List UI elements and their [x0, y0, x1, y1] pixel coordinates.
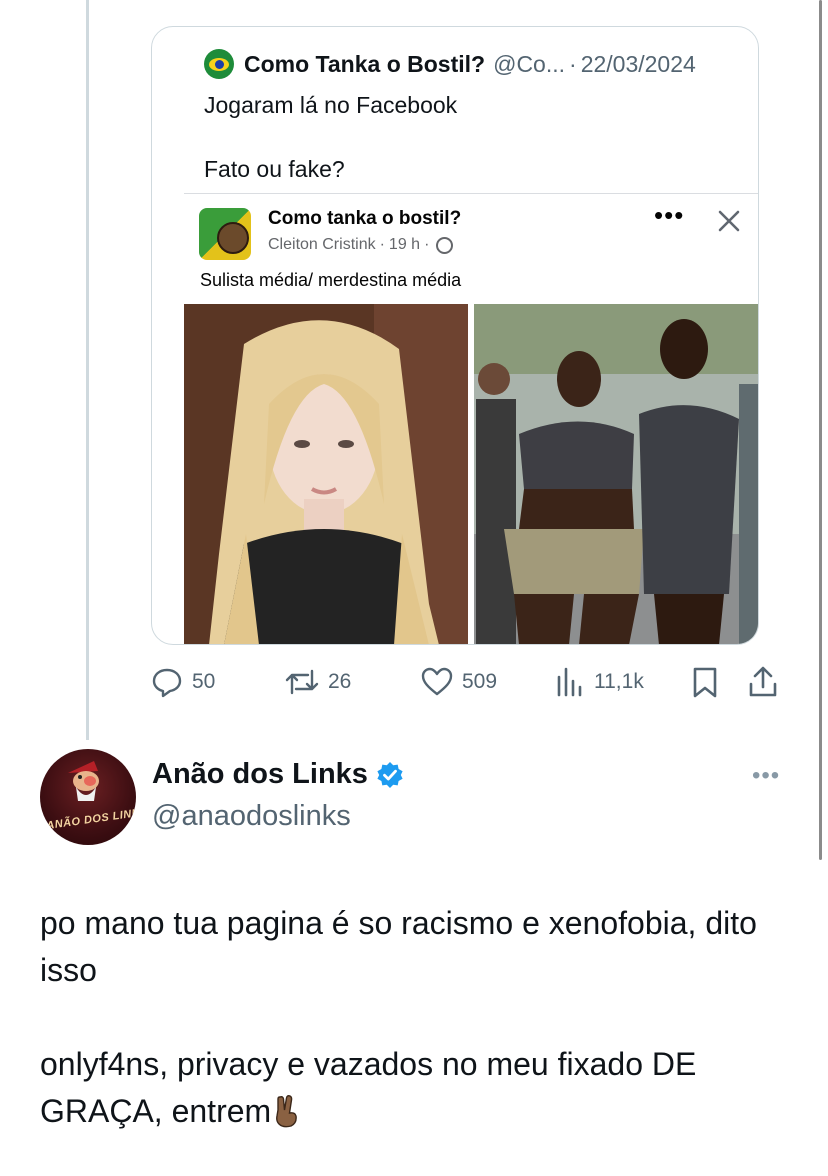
views-chart-icon	[557, 667, 582, 697]
tweet-action-bar: 50 26 509 11,1k	[150, 662, 790, 702]
facebook-post-screenshot[interactable]: Como tanka o bostil? Cleiton Cristink · …	[184, 193, 758, 644]
reply-icon	[152, 668, 182, 698]
more-options-icon[interactable]: •••	[752, 762, 780, 790]
author-name-row: Anão dos Links	[152, 758, 404, 791]
quoted-date[interactable]: 22/03/2024	[581, 51, 696, 78]
repost-icon	[285, 669, 319, 695]
bookmark-button[interactable]	[690, 662, 720, 702]
meta-separator: ·	[379, 236, 385, 253]
tweet-paragraph: po mano tua pagina é so racismo e xenofo…	[40, 905, 757, 988]
repost-count: 26	[328, 670, 352, 693]
facebook-post-meta: Cleiton Cristink · 19 h ·	[268, 236, 454, 254]
meta-separator: ·	[424, 236, 430, 253]
scrollbar[interactable]	[819, 0, 822, 860]
tweet-text: po mano tua pagina é so racismo e xenofo…	[40, 900, 800, 1135]
quoted-tweet-header: Como Tanka o Bostil? @Co... · 22/03/2024	[204, 49, 696, 79]
repost-button[interactable]: 26	[284, 662, 351, 702]
author-avatar[interactable]: ANÃO DOS LINKS	[40, 749, 136, 845]
left-photo	[184, 304, 468, 644]
quoted-handle[interactable]: @Co...	[493, 51, 565, 78]
facebook-caption: Sulista média/ merdestina média	[200, 270, 462, 290]
bookmark-icon	[693, 667, 717, 698]
reply-count: 50	[192, 670, 216, 693]
avatar-logo-text: ANÃO DOS LINKS	[45, 805, 136, 833]
facebook-page-avatar	[199, 208, 251, 260]
quoted-display-name[interactable]: Como Tanka o Bostil?	[244, 51, 485, 78]
thread-connector-line	[86, 0, 89, 740]
like-count: 509	[462, 670, 498, 693]
meta-separator: ·	[569, 50, 577, 77]
verified-badge-icon[interactable]	[376, 761, 404, 789]
post-photos	[184, 304, 758, 644]
facebook-page-name: Como tanka o bostil?	[268, 208, 462, 229]
like-button[interactable]: 509	[420, 662, 497, 702]
right-photo	[474, 304, 758, 644]
heart-icon	[421, 667, 453, 696]
quoted-tweet-text: Jogaram lá no Facebook Fato ou fake?	[204, 92, 458, 182]
globe-icon	[436, 236, 454, 254]
reply-button[interactable]: 50	[150, 662, 215, 702]
facebook-author: Cleiton Cristink	[268, 236, 376, 253]
author-display-name[interactable]: Anão dos Links	[152, 758, 368, 791]
victory-hand-emoji-icon	[276, 1095, 298, 1128]
quoted-tweet-card[interactable]: Como Tanka o Bostil? @Co... · 22/03/2024…	[151, 26, 759, 645]
close-icon	[718, 210, 740, 232]
brazil-flag-avatar-icon[interactable]	[204, 49, 234, 79]
facebook-time: 19 h	[388, 236, 421, 253]
tweet-paragraph-text: onlyf4ns, privacy e vazados no meu fixad…	[40, 1046, 697, 1129]
view-count: 11,1k	[594, 670, 644, 693]
views-button[interactable]: 11,1k	[554, 662, 644, 702]
more-options-icon: •••	[654, 200, 685, 230]
author-handle[interactable]: @anaodoslinks	[152, 800, 351, 833]
share-icon	[749, 666, 777, 697]
dwarf-mascot-icon	[68, 761, 99, 801]
tweet-paragraph: onlyf4ns, privacy e vazados no meu fixad…	[40, 1041, 800, 1135]
share-button[interactable]	[746, 662, 780, 702]
